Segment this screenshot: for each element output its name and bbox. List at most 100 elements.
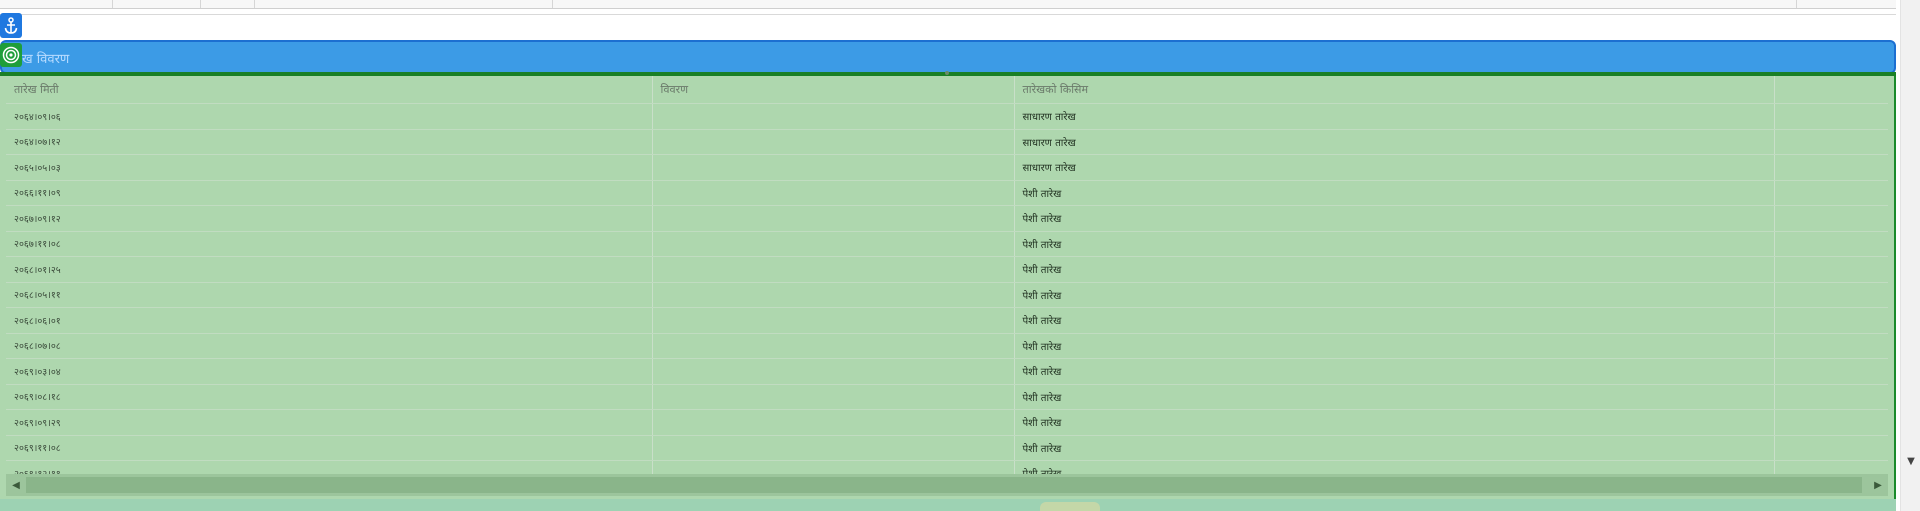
description-cell [652, 384, 1015, 410]
date-cell: २०६९।०३।०४ [6, 358, 653, 385]
date-cell: २०६८।०६।०१ [6, 307, 653, 334]
type-cell: पेशी तारेख [1014, 435, 1775, 461]
date-cell: २०६४।०९।०६ [6, 103, 653, 130]
type-cell: साधारण तारेख [1014, 129, 1775, 155]
type-cell: पेशी तारेख [1014, 256, 1775, 283]
chevron-down-icon[interactable]: ▼ [1905, 456, 1917, 467]
anchor-icon[interactable] [0, 13, 22, 38]
description-cell [652, 435, 1015, 461]
target-icon[interactable] [0, 43, 22, 67]
table-row[interactable]: २०६६।११।०९ पेशी तारेख [6, 180, 1888, 206]
table-body: २०६४।०९।०६ साधारण तारेख २०६४।०७।१२ साधारण त… [6, 103, 1888, 474]
type-cell: पेशी तारेख [1014, 205, 1775, 232]
date-cell: २०६८।०५।११ [6, 282, 653, 308]
type-cell: पेशी तारेख [1014, 409, 1775, 436]
table-row[interactable]: २०६९।१२।११ पेशी तारेख [6, 460, 1888, 474]
date-cell: २०६४।०७।१२ [6, 129, 653, 155]
column-header-date[interactable]: तारेख मिती [6, 76, 653, 104]
date-cell: २०६६।११।०९ [6, 180, 653, 206]
empty-cell [1774, 460, 1888, 474]
empty-cell [1774, 384, 1888, 410]
description-cell [652, 129, 1015, 155]
page: ख विवरण तारेख मिती विवरण तारेखको किसिम २… [0, 0, 1920, 511]
empty-cell [1774, 180, 1888, 206]
type-cell: पेशी तारेख [1014, 307, 1775, 334]
type-cell: पेशी तारेख [1014, 333, 1775, 359]
date-cell: २०६७।०९।१२ [6, 205, 653, 232]
description-cell [652, 103, 1015, 130]
column-header-empty [1774, 76, 1888, 104]
chevron-right-icon[interactable]: ▶ [1871, 478, 1885, 492]
column-header-type[interactable]: तारेखको किसिम [1014, 76, 1775, 104]
dates-grid: तारेख मिती विवरण तारेखको किसिम २०६४।०९।०… [0, 76, 1896, 509]
grid-viewport: तारेख मिती विवरण तारेखको किसिम २०६४।०९।०… [6, 76, 1888, 474]
empty-cell [1774, 282, 1888, 308]
section-header[interactable]: ख विवरण [0, 40, 1896, 74]
table-row[interactable]: २०६८।०७।०८ पेशी तारेख [6, 333, 1888, 359]
empty-cell [1774, 154, 1888, 181]
type-cell: पेशी तारेख [1014, 460, 1775, 474]
description-cell [652, 180, 1015, 206]
empty-cell [1774, 103, 1888, 130]
description-cell [652, 307, 1015, 334]
horizontal-scrollbar[interactable]: ◀ ▶ [6, 474, 1888, 496]
bottom-element [1040, 502, 1100, 511]
description-cell [652, 231, 1015, 257]
date-cell: २०६९।०८।१८ [6, 384, 653, 410]
description-cell [652, 358, 1015, 385]
description-cell [652, 460, 1015, 474]
scrollbar-thumb[interactable] [26, 477, 1862, 493]
table-row[interactable]: २०६७।११।०८ पेशी तारेख [6, 231, 1888, 257]
table-row[interactable]: २०६८।०१।२५ पेशी तारेख [6, 256, 1888, 283]
date-cell: २०६९।०९।२९ [6, 409, 653, 436]
column-header-description[interactable]: विवरण [652, 76, 1015, 104]
section-title: ख विवरण [22, 52, 70, 67]
type-cell: पेशी तारेख [1014, 231, 1775, 257]
description-cell [652, 205, 1015, 232]
description-cell [652, 333, 1015, 359]
type-cell: साधारण तारेख [1014, 154, 1775, 181]
table-row[interactable]: २०६८।०५।११ पेशी तारेख [6, 282, 1888, 308]
dates-table: तारेख मिती विवरण तारेखको किसिम २०६४।०९।०… [6, 76, 1888, 474]
empty-cell [1774, 435, 1888, 461]
empty-cell [1774, 333, 1888, 359]
table-row[interactable]: २०६९।११।०८ पेशी तारेख [6, 435, 1888, 461]
type-cell: साधारण तारेख [1014, 103, 1775, 130]
description-cell [652, 154, 1015, 181]
empty-cell [1774, 231, 1888, 257]
date-cell: २०६८।०७।०८ [6, 333, 653, 359]
table-row[interactable]: २०६४।०९।०६ साधारण तारेख [6, 103, 1888, 130]
empty-cell [1774, 409, 1888, 436]
date-cell: २०६८।०१।२५ [6, 256, 653, 283]
table-row[interactable]: २०६९।०९।२९ पेशी तारेख [6, 409, 1888, 436]
table-row[interactable]: २०६९।०८।१८ पेशी तारेख [6, 384, 1888, 410]
type-cell: पेशी तारेख [1014, 282, 1775, 308]
table-row[interactable]: २०६८।०६।०१ पेशी तारेख [6, 307, 1888, 334]
page-scrollbar[interactable]: ▼ [1900, 0, 1920, 511]
description-cell [652, 256, 1015, 283]
table-header-row: तारेख मिती विवरण तारेखको किसिम [6, 76, 1888, 104]
type-cell: पेशी तारेख [1014, 384, 1775, 410]
table-row[interactable]: २०६५।०५।०३ साधारण तारेख [6, 154, 1888, 181]
table-row[interactable]: २०६७।०९।१२ पेशी तारेख [6, 205, 1888, 232]
empty-cell [1774, 307, 1888, 334]
chevron-left-icon[interactable]: ◀ [9, 478, 23, 492]
empty-cell [1774, 358, 1888, 385]
bottom-strip [0, 499, 1896, 511]
table-row[interactable]: २०६९।०३।०४ पेशी तारेख [6, 358, 1888, 385]
empty-cell [1774, 129, 1888, 155]
date-cell: २०६९।११।०८ [6, 435, 653, 461]
type-cell: पेशी तारेख [1014, 180, 1775, 206]
table-row[interactable]: २०६४।०७।१२ साधारण तारेख [6, 129, 1888, 155]
date-cell: २०६७।११।०८ [6, 231, 653, 257]
empty-cell [1774, 205, 1888, 232]
date-cell: २०६५।०५।०३ [6, 154, 653, 181]
previous-table-row [0, 0, 1896, 9]
description-cell [652, 409, 1015, 436]
description-cell [652, 282, 1015, 308]
date-cell: २०६९।१२।११ [6, 460, 653, 474]
resize-handle[interactable] [945, 71, 949, 75]
type-cell: पेशी तारेख [1014, 358, 1775, 385]
empty-cell [1774, 256, 1888, 283]
divider [0, 14, 1896, 15]
